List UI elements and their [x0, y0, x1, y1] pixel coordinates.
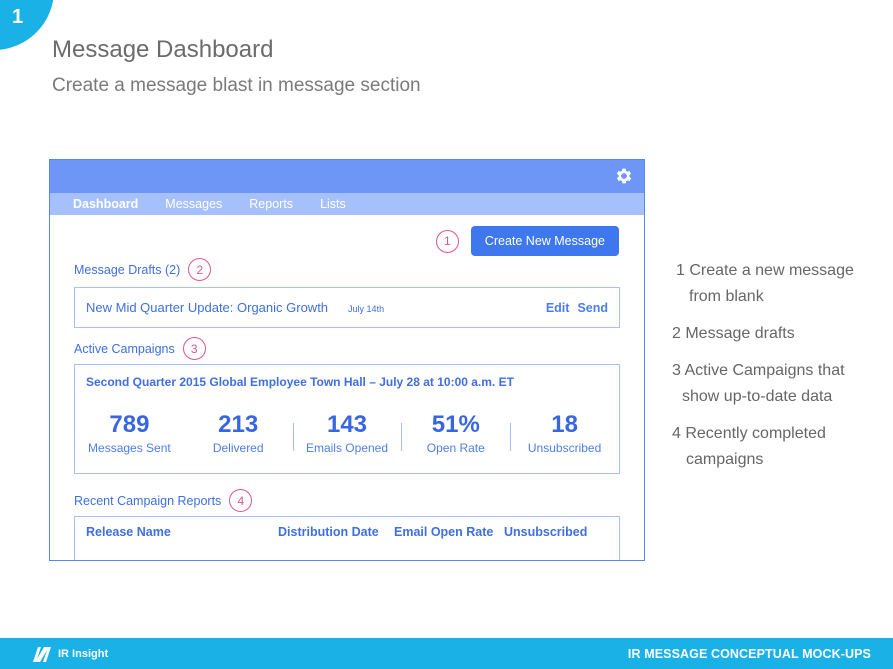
marker-3: 3: [182, 337, 206, 360]
stat-value: 789: [109, 411, 150, 438]
note-line: show up-to-date data: [682, 388, 833, 405]
nav-tab-dashboard[interactable]: Dashboard: [73, 197, 138, 211]
annotation-notes: 1 Create a new message from blank 2 Mess…: [672, 258, 872, 484]
column-header-release-name[interactable]: Release Name: [86, 525, 278, 560]
slide-title: Message Dashboard: [52, 36, 274, 63]
message-drafts-heading: Message Drafts (2) 2: [74, 258, 212, 281]
note-2: 2 Message drafts: [672, 321, 872, 347]
edit-draft-link[interactable]: Edit: [546, 301, 570, 315]
draft-date: July 14th: [348, 303, 385, 314]
page-number: 1: [12, 6, 24, 28]
marker-1: 1: [435, 229, 459, 253]
recent-reports-heading: Recent Campaign Reports 4: [74, 489, 253, 512]
footer-title: IR MESSAGE CONCEPTUAL MOCK-UPS: [627, 646, 871, 661]
column-header-unsubscribed[interactable]: Unsubscribed: [504, 525, 587, 560]
stat-open-rate: 51% Open Rate: [401, 411, 510, 455]
note-line: 3 Active Campaigns that: [672, 362, 845, 379]
note-1: 1 Create a new message from blank: [672, 258, 872, 310]
create-message-row: 1 Create New Message: [435, 226, 619, 256]
stat-value: 51%: [431, 411, 480, 438]
marker-2: 2: [188, 258, 212, 281]
note-line: 4 Recently completed: [672, 425, 826, 442]
nav-tab-messages[interactable]: Messages: [165, 197, 222, 211]
campaign-title[interactable]: Second Quarter 2015 Global Employee Town…: [86, 375, 514, 389]
campaign-stats: 789 Messages Sent 213 Delivered 143 Emai…: [75, 411, 619, 455]
send-draft-link[interactable]: Send: [577, 301, 608, 315]
footer-bar: IR Insight IR MESSAGE CONCEPTUAL MOCK-UP…: [0, 638, 893, 669]
message-drafts-label[interactable]: Message Drafts (2): [74, 263, 180, 277]
gear-icon[interactable]: [614, 166, 634, 186]
note-line: 1 Create a new message: [676, 262, 854, 279]
draft-actions: Edit Send: [546, 301, 608, 315]
active-campaign-card: Second Quarter 2015 Global Employee Town…: [74, 364, 620, 474]
column-header-distribution-date[interactable]: Distribution Date: [278, 525, 394, 560]
draft-title[interactable]: New Mid Quarter Update: Organic Growth: [86, 300, 328, 315]
note-3: 3 Active Campaigns that show up-to-date …: [672, 358, 872, 410]
brand-logo-icon: [33, 646, 51, 662]
active-campaigns-heading: Active Campaigns 3: [74, 337, 206, 360]
nav-bar: Dashboard Messages Reports Lists: [50, 193, 644, 215]
brand-name: IR Insight: [58, 647, 109, 660]
note-4: 4 Recently completed campaigns: [672, 421, 872, 473]
stat-value: 18: [551, 411, 578, 438]
brand-logo: IR Insight: [32, 645, 108, 663]
note-line: from blank: [689, 288, 764, 305]
active-campaigns-label[interactable]: Active Campaigns: [74, 342, 175, 356]
recent-reports-label[interactable]: Recent Campaign Reports: [74, 494, 221, 508]
stat-label: Emails Opened: [305, 441, 389, 455]
stat-value: 213: [218, 411, 259, 438]
stat-label: Messages Sent: [88, 441, 171, 455]
stat-label: Open Rate: [426, 441, 485, 455]
top-bar: [50, 160, 644, 193]
stat-label: Delivered: [212, 441, 264, 455]
note-line: 2 Message drafts: [672, 325, 795, 342]
dashboard-mockup: Dashboard Messages Reports Lists 1 Creat…: [49, 159, 645, 561]
stat-delivered: 213 Delivered: [184, 411, 293, 455]
reports-table: Release Name Distribution Date Email Ope…: [74, 516, 620, 560]
stat-value: 143: [326, 411, 368, 438]
page-number-badge: 1: [0, 0, 54, 50]
stat-label: Unsubscribed: [527, 441, 602, 455]
stat-unsubscribed: 18 Unsubscribed: [510, 411, 619, 455]
stat-messages-sent: 789 Messages Sent: [75, 411, 184, 455]
marker-4: 4: [229, 489, 253, 512]
create-new-message-button[interactable]: Create New Message: [470, 226, 619, 256]
nav-tab-lists[interactable]: Lists: [320, 197, 346, 211]
note-line: campaigns: [686, 451, 764, 468]
nav-tab-reports[interactable]: Reports: [249, 197, 293, 211]
draft-item: New Mid Quarter Update: Organic Growth J…: [74, 287, 620, 328]
column-header-email-open-rate[interactable]: Email Open Rate: [394, 525, 504, 560]
stat-emails-opened: 143 Emails Opened: [292, 411, 402, 455]
slide-subtitle: Create a message blast in message sectio…: [52, 75, 421, 96]
